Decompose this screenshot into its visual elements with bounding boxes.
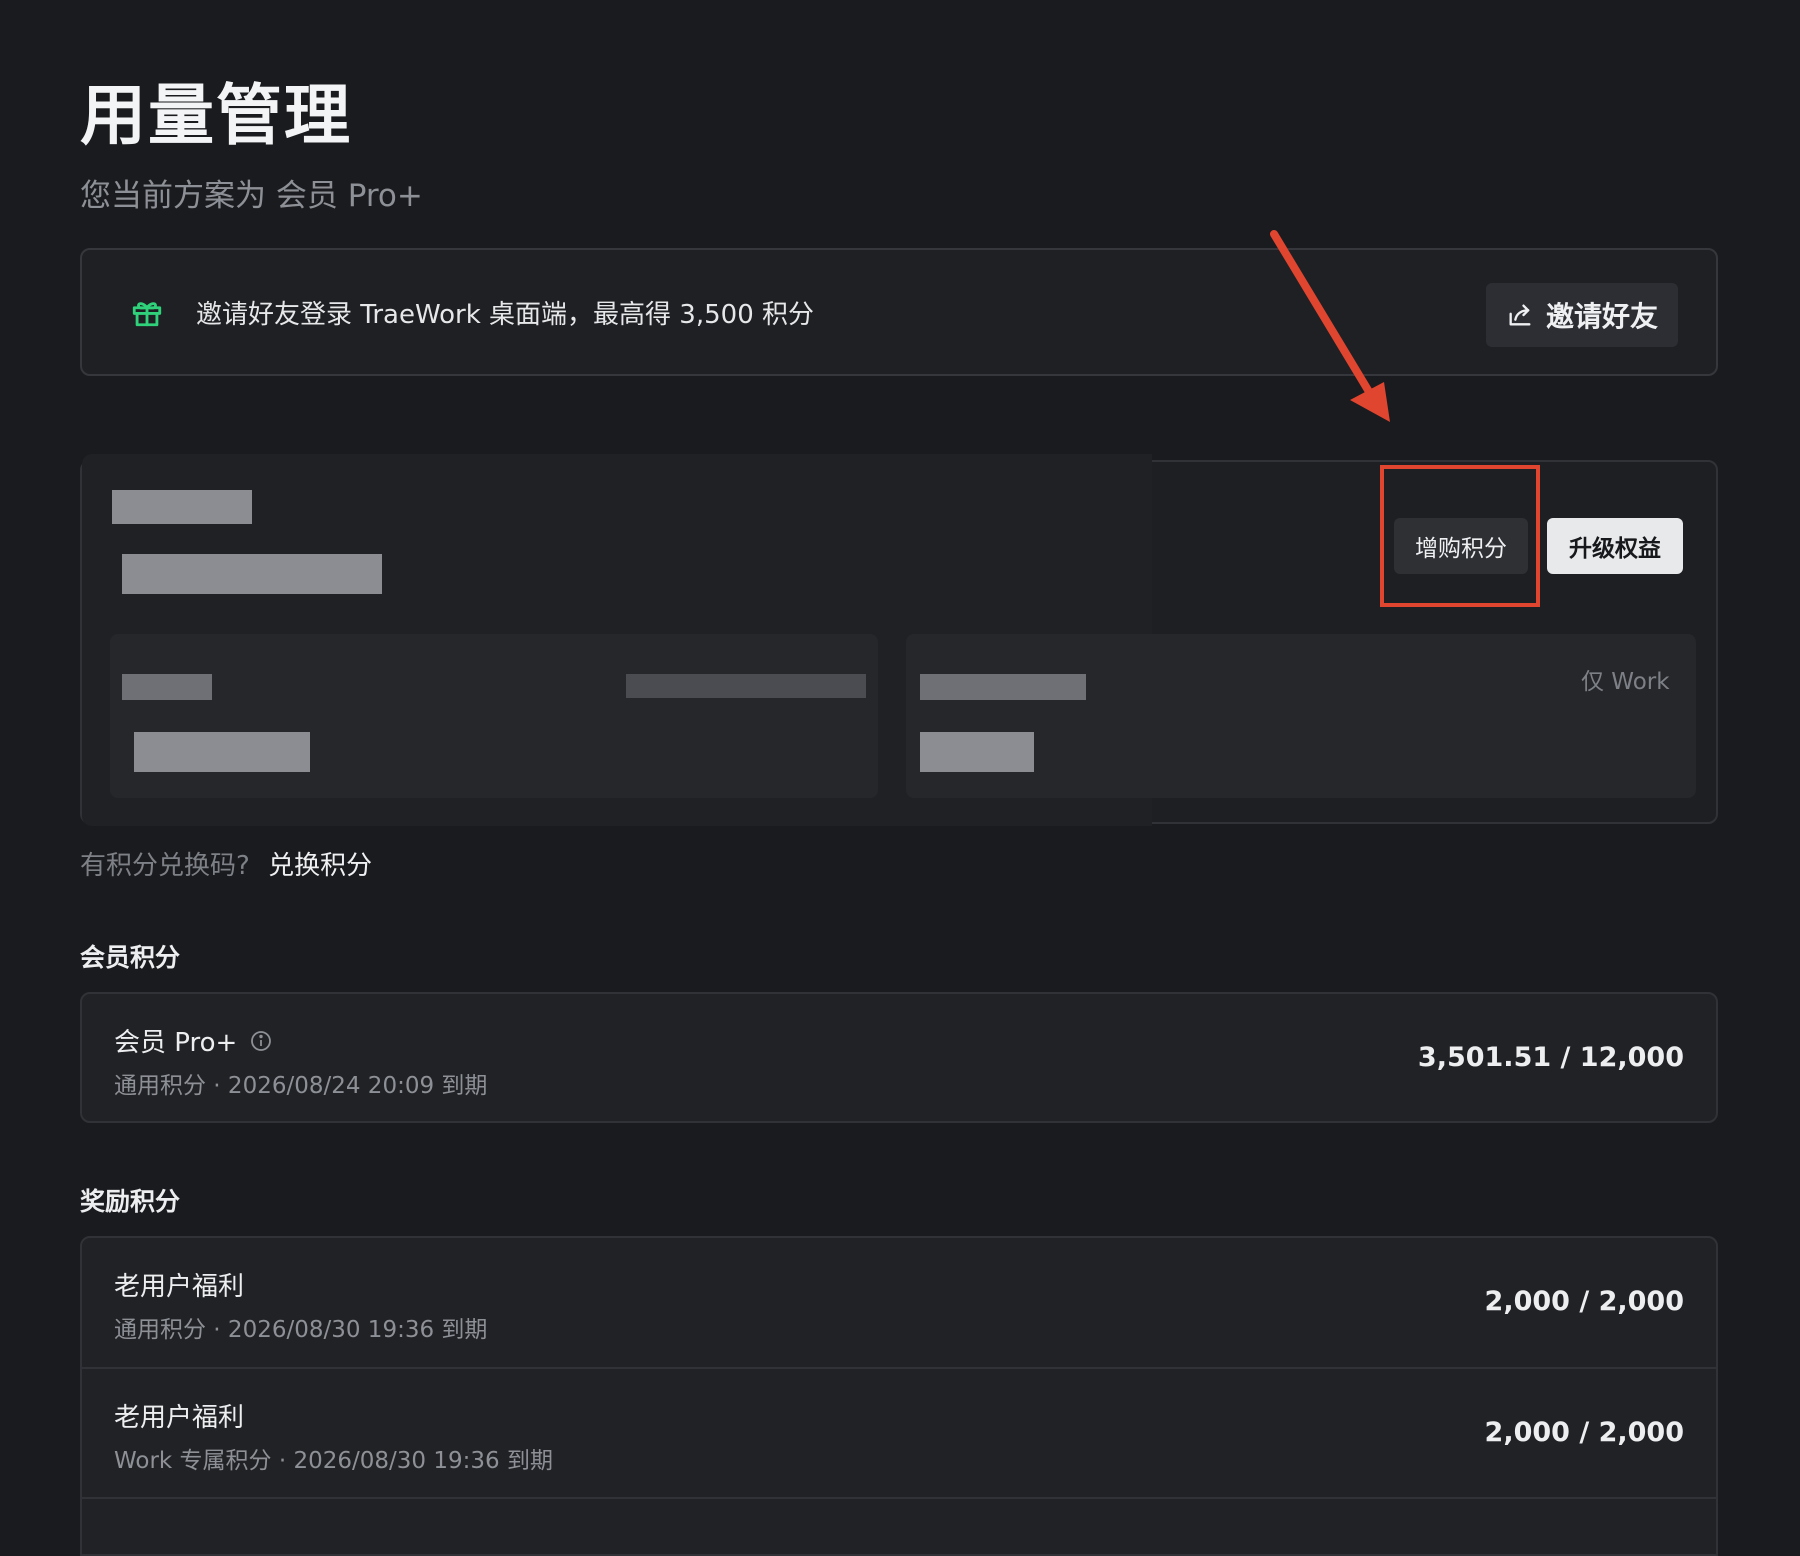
row-subtitle: Work 专属积分 · 2026/08/30 19:36 到期 bbox=[114, 1448, 553, 1474]
row-divider bbox=[82, 1497, 1716, 1499]
reward-credits-list: 老用户福利 通用积分 · 2026/08/30 19:36 到期 2,000 /… bbox=[80, 1236, 1718, 1556]
invite-friends-button[interactable]: 邀请好友 bbox=[1486, 283, 1678, 347]
reward-credit-row: 老用户福利 通用积分 · 2026/08/30 19:36 到期 2,000 /… bbox=[82, 1238, 1716, 1368]
member-credits-title: 会员积分 bbox=[80, 943, 181, 972]
row-subtitle: 通用积分 · 2026/08/30 19:36 到期 bbox=[114, 1317, 488, 1343]
annotation-highlight-box bbox=[1380, 465, 1540, 607]
redacted-sub-value-2 bbox=[920, 732, 1034, 772]
invite-button-label: 邀请好友 bbox=[1545, 300, 1658, 333]
share-icon bbox=[1509, 304, 1531, 326]
redacted-sub-value bbox=[134, 732, 310, 772]
redacted-sub-label bbox=[122, 674, 212, 700]
redacted-sub-label-2 bbox=[920, 674, 1086, 700]
reward-credit-row: 老用户福利 Work 专属积分 · 2026/08/30 19:36 到期 2,… bbox=[82, 1369, 1716, 1499]
invite-text: 邀请好友登录 TraeWork 桌面端，最高得 3,500 积分 bbox=[196, 300, 815, 330]
member-credits-list: 会员 Pro+ 通用积分 · 2026/08/24 20:09 到期 3,501… bbox=[80, 992, 1718, 1123]
redacted-sub-meta bbox=[626, 674, 866, 698]
sub-box-right bbox=[906, 634, 1696, 798]
row-subtitle: 通用积分 · 2026/08/24 20:09 到期 bbox=[114, 1073, 488, 1099]
row-title: 老用户福利 bbox=[114, 1272, 245, 1302]
work-only-label: 仅 Work bbox=[1581, 669, 1670, 695]
reward-credits-title: 奖励积分 bbox=[80, 1187, 181, 1216]
row-value: 3,501.51 / 12,000 bbox=[1417, 1042, 1684, 1073]
row-value: 2,000 / 2,000 bbox=[1484, 1417, 1684, 1448]
page-title: 用量管理 bbox=[80, 77, 352, 154]
row-title-group: 会员 Pro+ bbox=[114, 1022, 273, 1059]
redacted-title bbox=[112, 490, 252, 524]
redeem-credits-link[interactable]: 兑换积分 bbox=[268, 851, 372, 881]
gift-icon bbox=[132, 302, 162, 327]
redeem-line: 有积分兑换码? 兑换积分 bbox=[80, 845, 372, 882]
invite-banner: 邀请好友登录 TraeWork 桌面端，最高得 3,500 积分 邀请好友 bbox=[80, 248, 1718, 376]
row-title: 会员 Pro+ bbox=[114, 1028, 238, 1058]
row-value: 2,000 / 2,000 bbox=[1484, 1286, 1684, 1317]
redeem-prompt: 有积分兑换码? bbox=[80, 851, 250, 881]
redacted-total-value bbox=[122, 554, 382, 594]
row-title: 老用户福利 bbox=[114, 1403, 245, 1433]
current-plan-text: 您当前方案为 会员 Pro+ bbox=[80, 178, 423, 214]
upgrade-plan-button[interactable]: 升级权益 bbox=[1547, 518, 1683, 574]
info-icon[interactable] bbox=[249, 1029, 273, 1053]
member-credit-row: 会员 Pro+ 通用积分 · 2026/08/24 20:09 到期 3,501… bbox=[82, 994, 1716, 1124]
sub-box-left bbox=[110, 634, 878, 798]
